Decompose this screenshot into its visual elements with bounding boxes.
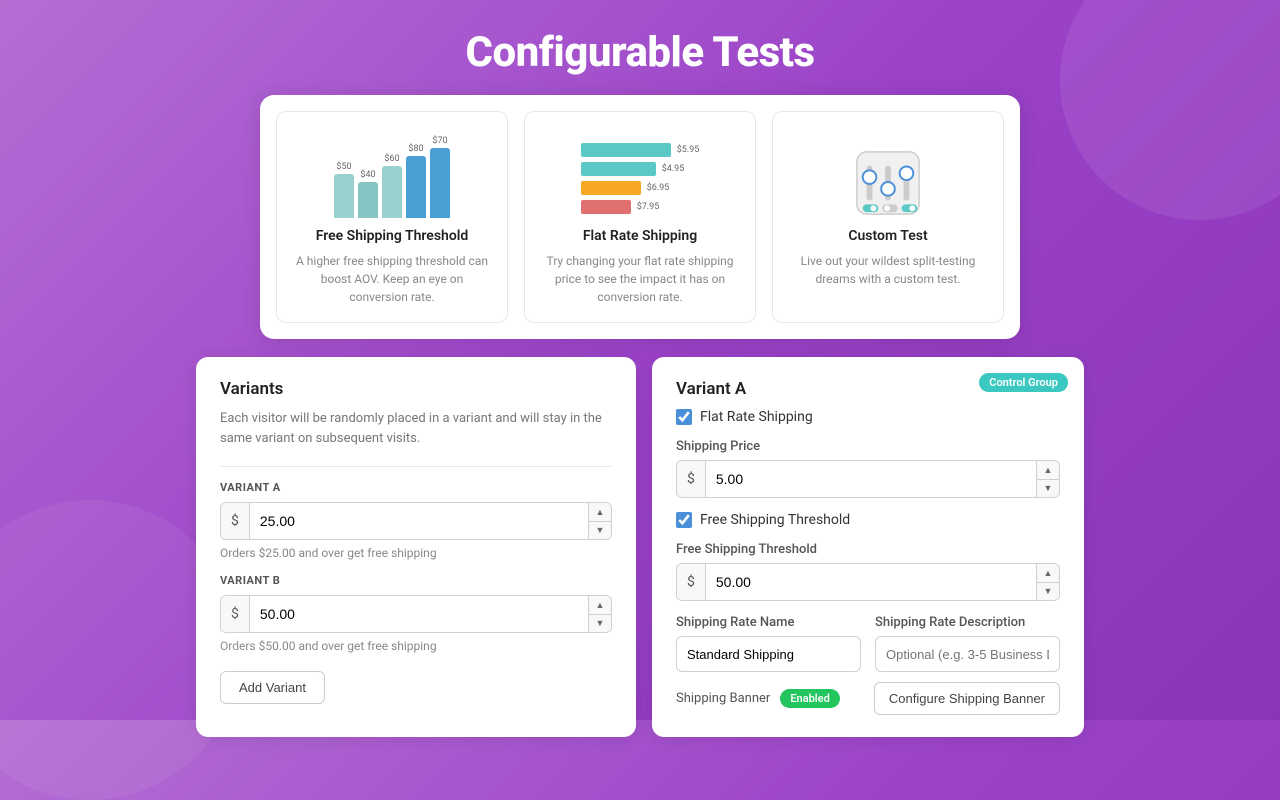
bar-40 (358, 182, 378, 218)
variants-panel: Variants Each visitor will be randomly p… (196, 357, 636, 737)
shipping-rate-desc-group: Shipping Rate Description (875, 615, 1060, 672)
free-shipping-threshold-arrows: ▲ ▼ (1036, 564, 1059, 600)
shipping-banner-label: Shipping Banner (676, 691, 770, 706)
card-flat-rate-title: Flat Rate Shipping (539, 228, 741, 244)
card-custom-test[interactable]: Custom Test Live out your wildest split-… (772, 111, 1004, 323)
card-custom-test-desc: Live out your wildest split-testing drea… (787, 252, 989, 288)
shipping-price-up-arrow[interactable]: ▲ (1037, 461, 1059, 480)
card-flat-rate-shipping[interactable]: $5.95 $4.95 $6.95 $7.95 Flat Rate Shippi… (524, 111, 756, 323)
variant-b-prefix: $ (221, 596, 250, 632)
variant-a-up-arrow[interactable]: ▲ (589, 503, 611, 522)
shipping-rate-desc-label: Shipping Rate Description (875, 615, 1060, 630)
hbar-795 (581, 200, 631, 214)
bar-chart-illustration: $50 $40 $60 $80 $70 (291, 128, 493, 218)
flat-rate-checkbox-label[interactable]: Flat Rate Shipping (700, 409, 813, 425)
card-flat-rate-desc: Try changing your flat rate shipping pri… (539, 252, 741, 306)
shipping-rate-desc-input[interactable] (875, 636, 1060, 672)
variant-a-helper: Orders $25.00 and over get free shipping (220, 546, 612, 560)
hbar-695 (581, 181, 641, 195)
variant-b-helper: Orders $50.00 and over get free shipping (220, 639, 612, 653)
shipping-rate-name-input[interactable] (676, 636, 861, 672)
shipping-price-arrows: ▲ ▼ (1036, 461, 1059, 497)
free-shipping-checkbox-label[interactable]: Free Shipping Threshold (700, 512, 850, 528)
free-shipping-checkbox-row: Free Shipping Threshold (676, 512, 1060, 528)
variant-a-arrows: ▲ ▼ (588, 503, 611, 539)
hbar-495 (581, 162, 656, 176)
flat-rate-checkbox[interactable] (676, 409, 692, 425)
bottom-section: Variants Each visitor will be randomly p… (180, 357, 1100, 737)
free-shipping-checkbox[interactable] (676, 512, 692, 528)
bar-60 (382, 166, 402, 218)
shipping-price-label: Shipping Price (676, 439, 1060, 454)
bar-label-40: $40 (360, 170, 375, 180)
variant-a-label: VARIANT A (220, 481, 612, 494)
shipping-rate-name-label: Shipping Rate Name (676, 615, 861, 630)
variants-panel-desc: Each visitor will be randomly placed in … (220, 409, 612, 448)
variant-a-down-arrow[interactable]: ▼ (589, 522, 611, 540)
shipping-banner-left: Shipping Banner Enabled (676, 689, 840, 708)
flat-rate-checkbox-row: Flat Rate Shipping (676, 409, 1060, 425)
card-custom-test-title: Custom Test (787, 228, 989, 244)
variant-a-prefix: $ (221, 503, 250, 539)
bar-label-60: $60 (384, 154, 399, 164)
card-free-shipping-desc: A higher free shipping threshold can boo… (291, 252, 493, 306)
shipping-rate-name-group: Shipping Rate Name (676, 615, 861, 672)
hbar-label-695: $6.95 (647, 183, 670, 193)
variants-panel-title: Variants (220, 379, 612, 399)
bar-label-50: $50 (336, 162, 351, 172)
configure-shipping-banner-button[interactable]: Configure Shipping Banner (874, 682, 1060, 715)
free-shipping-prefix: $ (677, 564, 706, 600)
variant-a-input-row: $ ▲ ▼ (220, 502, 612, 540)
free-shipping-down-arrow[interactable]: ▼ (1037, 583, 1059, 601)
bar-50 (334, 174, 354, 218)
free-shipping-threshold-field-group: Free Shipping Threshold $ ▲ ▼ (676, 542, 1060, 601)
variant-b-down-arrow[interactable]: ▼ (589, 615, 611, 633)
free-shipping-threshold-input-row: $ ▲ ▼ (676, 563, 1060, 601)
shipping-banner-enabled-badge: Enabled (780, 689, 839, 708)
page-title: Configurable Tests (0, 0, 1280, 95)
variant-b-up-arrow[interactable]: ▲ (589, 596, 611, 615)
variant-b-label: VARIANT B (220, 574, 612, 587)
bar-label-80: $80 (408, 144, 423, 154)
variant-a-input[interactable] (250, 503, 588, 539)
shipping-rate-fields: Shipping Rate Name Shipping Rate Descrip… (676, 615, 1060, 672)
variant-b-arrows: ▲ ▼ (588, 596, 611, 632)
shipping-banner-row: Shipping Banner Enabled Configure Shippi… (676, 682, 1060, 715)
bar-label-70: $70 (432, 136, 447, 146)
hbar-label-495: $4.95 (662, 164, 685, 174)
shipping-price-down-arrow[interactable]: ▼ (1037, 480, 1059, 498)
bar-80 (406, 156, 426, 218)
card-free-shipping-title: Free Shipping Threshold (291, 228, 493, 244)
bar-70 (430, 148, 450, 218)
free-shipping-threshold-field-label: Free Shipping Threshold (676, 542, 1060, 557)
shipping-price-input-row: $ ▲ ▼ (676, 460, 1060, 498)
cards-container: $50 $40 $60 $80 $70 (260, 95, 1020, 339)
variant-b-input[interactable] (250, 596, 588, 632)
shipping-price-prefix: $ (677, 461, 706, 497)
custom-test-illustration (787, 128, 989, 218)
shipping-price-input[interactable] (706, 461, 1036, 497)
free-shipping-up-arrow[interactable]: ▲ (1037, 564, 1059, 583)
control-group-badge: Control Group (979, 373, 1068, 392)
hbar-label-595: $5.95 (677, 145, 700, 155)
variant-a-config-panel: Control Group Variant A Flat Rate Shippi… (652, 357, 1084, 737)
card-free-shipping-threshold[interactable]: $50 $40 $60 $80 $70 (276, 111, 508, 323)
variant-b-input-row: $ ▲ ▼ (220, 595, 612, 633)
free-shipping-threshold-input[interactable] (706, 564, 1036, 600)
add-variant-button[interactable]: Add Variant (220, 671, 325, 704)
hbar-595 (581, 143, 671, 157)
hbar-chart-illustration: $5.95 $4.95 $6.95 $7.95 (539, 128, 741, 218)
divider-1 (220, 466, 612, 467)
shipping-price-field-group: Shipping Price $ ▲ ▼ (676, 439, 1060, 498)
hbar-label-795: $7.95 (637, 202, 660, 212)
